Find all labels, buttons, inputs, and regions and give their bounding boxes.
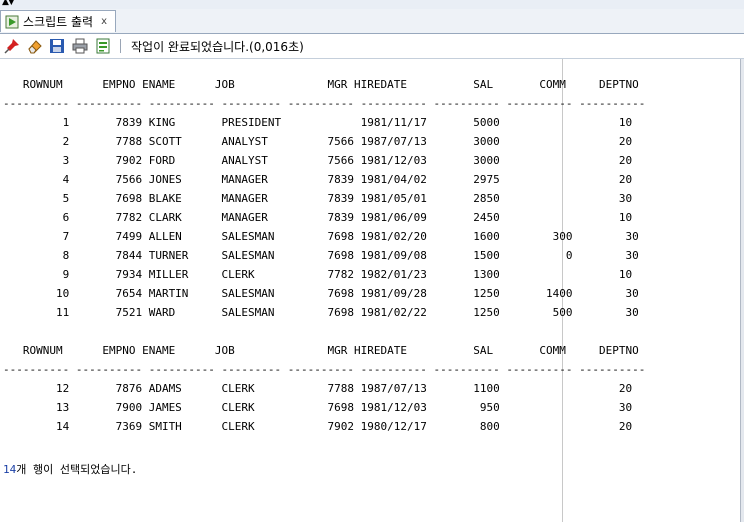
table-row: 9 7934 MILLER CLERK 7782 1982/01/23 1300… xyxy=(3,268,633,281)
save-icon[interactable] xyxy=(48,37,66,55)
column-header: ROWNUM EMPNO ENAME JOB MGR HIREDATE SAL … xyxy=(3,344,639,357)
tab-close-icon[interactable]: x xyxy=(101,16,107,27)
table-row: 11 7521 WARD SALESMAN 7698 1981/02/22 12… xyxy=(3,306,639,319)
toolbar-separator xyxy=(120,39,121,53)
scrollbar[interactable] xyxy=(740,59,744,522)
print-icon[interactable] xyxy=(71,37,89,55)
table-row: 2 7788 SCOTT ANALYST 7566 1987/07/13 300… xyxy=(3,135,633,148)
tab-script-output[interactable]: 스크립트 출력 x xyxy=(0,10,116,32)
script-output-panel[interactable]: ROWNUM EMPNO ENAME JOB MGR HIREDATE SAL … xyxy=(0,59,744,522)
table-row: 4 7566 JONES MANAGER 7839 1981/04/02 297… xyxy=(3,173,633,186)
table-row: 14 7369 SMITH CLERK 7902 1980/12/17 800 … xyxy=(3,420,633,433)
table-row: 13 7900 JAMES CLERK 7698 1981/12/03 950 … xyxy=(3,401,633,414)
column-separator: ---------- ---------- ---------- -------… xyxy=(3,363,646,376)
result-summary: 14개 행이 선택되었습니다. xyxy=(3,461,137,477)
table-row: 1 7839 KING PRESIDENT 1981/11/17 5000 10 xyxy=(3,116,633,129)
eraser-icon[interactable] xyxy=(26,37,44,55)
tab-bar: 스크립트 출력 x xyxy=(0,9,744,34)
table-row: 10 7654 MARTIN SALESMAN 7698 1981/09/28 … xyxy=(3,287,639,300)
collapse-arrows-icon[interactable]: ▲▼ xyxy=(2,0,15,7)
tab-label: 스크립트 출력 xyxy=(23,15,94,29)
table-row: 8 7844 TURNER SALESMAN 7698 1981/09/08 1… xyxy=(3,249,639,262)
table-row: 6 7782 CLARK MANAGER 7839 1981/06/09 245… xyxy=(3,211,633,224)
table-row: 12 7876 ADAMS CLERK 7788 1987/07/13 1100… xyxy=(3,382,633,395)
pin-icon[interactable] xyxy=(3,37,21,55)
script-output-icon xyxy=(5,15,19,28)
table-row: 3 7902 FORD ANALYST 7566 1981/12/03 3000… xyxy=(3,154,633,167)
column-header: ROWNUM EMPNO ENAME JOB MGR HIREDATE SAL … xyxy=(3,78,639,91)
status-text: 작업이 완료되었습니다.(0,016초) xyxy=(131,40,304,54)
output-icon[interactable] xyxy=(94,37,112,55)
table-row: 7 7499 ALLEN SALESMAN 7698 1981/02/20 16… xyxy=(3,230,639,243)
row-count-text: 개 행이 선택되었습니다. xyxy=(16,463,138,476)
row-count: 14 xyxy=(3,463,17,476)
query-result: ROWNUM EMPNO ENAME JOB MGR HIREDATE SAL … xyxy=(3,75,645,436)
column-separator: ---------- ---------- ---------- -------… xyxy=(3,97,646,110)
table-row: 5 7698 BLAKE MANAGER 7839 1981/05/01 285… xyxy=(3,192,633,205)
toolbar: 작업이 완료되었습니다.(0,016초) xyxy=(0,34,744,59)
